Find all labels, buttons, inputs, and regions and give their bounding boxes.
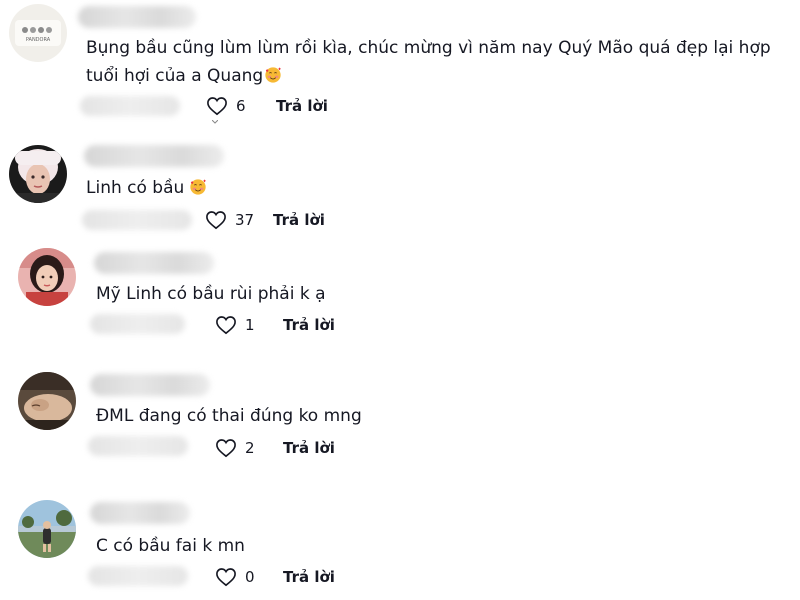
heart-icon	[216, 316, 236, 335]
comment-list: PANDORA Bụng bầu cũng lùm lùm rồi kìa, c…	[0, 0, 800, 600]
avatar-brand-text: PANDORA	[26, 37, 51, 43]
heart-icon	[216, 568, 236, 587]
like-count: 6	[236, 97, 246, 115]
avatar[interactable]	[18, 372, 76, 430]
comment-item: PANDORA Bụng bầu cũng lùm lùm rồi kìa, c…	[0, 0, 800, 125]
like-button[interactable]: 37	[205, 210, 255, 230]
comment-actions: 37 Trả lời	[205, 208, 325, 232]
timestamp-blurred	[88, 436, 188, 456]
reply-button[interactable]: Trả lời	[283, 439, 335, 457]
reply-button[interactable]: Trả lời	[283, 316, 335, 334]
comment-text: Linh có bầu	[86, 174, 686, 202]
woman-avatar-icon	[9, 145, 67, 203]
comment-text: C có bầu fai k mn	[96, 536, 245, 556]
username-blurred[interactable]	[90, 374, 210, 396]
comment-item: Mỹ Linh có bầu rùi phải k ạ 1 Trả lời	[0, 240, 800, 350]
comment-text: Bụng bầu cũng lùm lùm rồi kìa, chúc mừng…	[86, 38, 771, 86]
avatar[interactable]	[18, 248, 76, 306]
avatar[interactable]	[9, 145, 67, 203]
timestamp-blurred	[88, 566, 188, 586]
reply-button[interactable]: Trả lời	[273, 211, 325, 229]
username-blurred[interactable]	[84, 145, 224, 167]
avatar[interactable]	[18, 500, 76, 558]
pandora-jewelry-avatar-icon: PANDORA	[9, 4, 67, 62]
sleeping-person-avatar-icon	[18, 372, 76, 430]
smiling-face-with-hearts-icon	[265, 67, 281, 83]
like-button[interactable]: 0	[215, 567, 265, 587]
like-count: 0	[245, 568, 255, 586]
like-count: 2	[245, 439, 255, 457]
girl-avatar-icon	[18, 248, 76, 306]
like-count: 37	[235, 211, 255, 229]
heart-icon	[207, 97, 227, 116]
smiling-face-with-hearts-icon	[190, 179, 207, 195]
comment-actions: 0 Trả lời	[215, 565, 335, 589]
comment-actions: 6 Trả lời	[206, 94, 328, 118]
comment-item: Linh có bầu 37 Trả lời	[0, 140, 800, 240]
comment-item: C có bầu fai k mn 0 Trả lời	[0, 490, 800, 600]
reply-button[interactable]: Trả lời	[283, 568, 335, 586]
heart-icon	[206, 211, 226, 230]
comment-actions: 1 Trả lời	[215, 313, 335, 337]
reply-button[interactable]: Trả lời	[276, 97, 328, 115]
timestamp-blurred	[90, 314, 185, 334]
username-blurred[interactable]	[90, 502, 190, 524]
chevron-down-icon	[212, 120, 218, 124]
comment-text: ĐML đang có thai đúng ko mng	[96, 406, 362, 426]
like-button[interactable]: 2	[215, 438, 265, 458]
username-blurred[interactable]	[94, 252, 214, 274]
username-blurred[interactable]	[78, 6, 196, 28]
timestamp-blurred	[82, 210, 192, 230]
comment-text: Mỹ Linh có bầu rùi phải k ạ	[96, 284, 326, 304]
heart-icon	[216, 439, 236, 458]
timestamp-blurred	[80, 96, 180, 116]
avatar[interactable]: PANDORA	[9, 4, 67, 62]
like-button[interactable]: 1	[215, 315, 265, 335]
like-count: 1	[245, 316, 255, 334]
like-button[interactable]: 6	[206, 96, 256, 116]
outdoor-person-avatar-icon	[18, 500, 76, 558]
comment-actions: 2 Trả lời	[215, 436, 335, 460]
comment-item: ĐML đang có thai đúng ko mng 2 Trả lời	[0, 362, 800, 472]
